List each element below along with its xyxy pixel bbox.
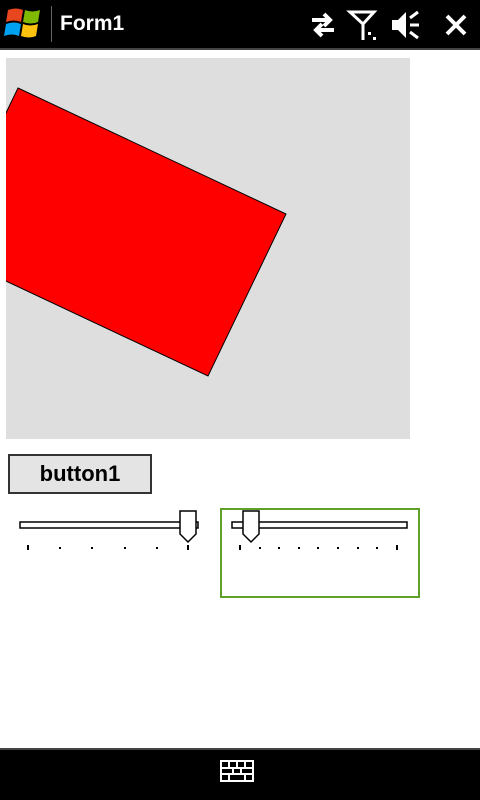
button1[interactable]: button1 [8,454,152,494]
title-bar: Form1 [0,0,480,50]
signal-icon[interactable] [346,8,380,42]
close-icon[interactable] [440,8,474,42]
trackbar-1[interactable] [12,506,208,556]
trackbar-2[interactable] [220,508,420,598]
trackbar-2-thumb[interactable] [242,510,260,544]
trackbar-2-ticks [239,545,398,550]
trackbar-1-ticks [27,545,189,550]
start-button[interactable] [0,2,48,46]
window-title: Form1 [60,12,125,35]
trackbar-1-track [19,521,199,529]
bottom-bar [0,748,480,800]
bottom-bar-divider [0,748,480,750]
drawing-canvas[interactable] [6,58,410,439]
connectivity-icon[interactable] [306,8,340,42]
keyboard-icon[interactable] [220,760,254,782]
volume-muted-icon[interactable] [388,8,422,42]
rotated-rectangle [6,87,287,377]
windows-logo-icon [4,8,40,38]
title-divider [51,6,52,42]
title-bar-divider [0,48,480,50]
trackbar-1-thumb[interactable] [179,510,197,544]
